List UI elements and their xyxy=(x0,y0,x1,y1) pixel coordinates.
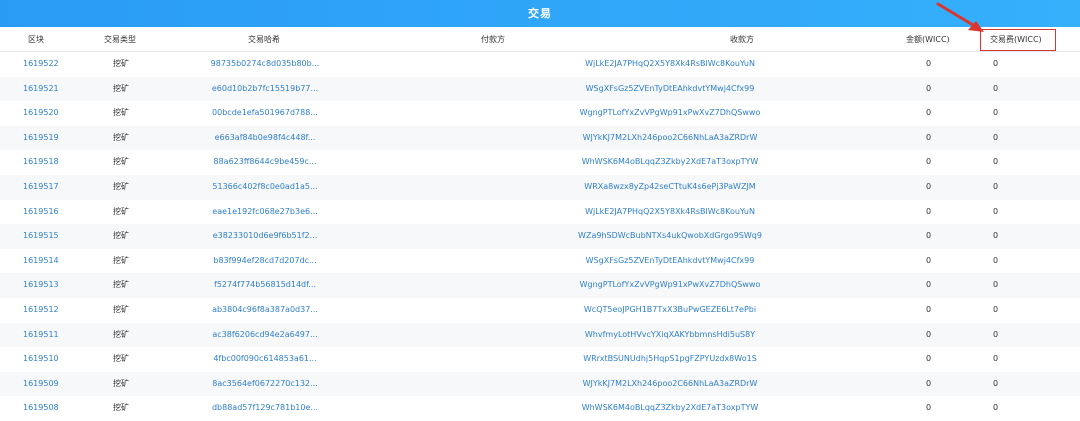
cell-fee: 0 xyxy=(993,132,999,142)
cell-fee: 0 xyxy=(993,329,999,339)
cell-amount: 0 xyxy=(926,231,932,241)
col-from: 付款方 xyxy=(481,35,505,44)
cell-amount: 0 xyxy=(926,132,932,142)
cell-to[interactable]: WgngPTLofYxZvVPgWp91xPwXvZ7DhQSwwo xyxy=(510,273,830,298)
cell-amount: 0 xyxy=(926,157,932,167)
cell-hash[interactable]: b83f994ef28cd7d207dc... xyxy=(0,249,530,274)
cell-amount: 0 xyxy=(926,108,932,118)
table-row: 1619508 挖矿 db88ad57f129c781b10e... WhWSK6M4… xyxy=(0,396,1080,421)
cell-hash[interactable]: ab3804c96f8a387a0d37... xyxy=(0,298,530,323)
cell-to[interactable]: WgngPTLofYxZvVPgWp91xPwXvZ7DhQSwwo xyxy=(510,101,830,126)
cell-hash[interactable]: e60d10b2b7fc15519b77... xyxy=(0,77,530,102)
cell-fee: 0 xyxy=(993,255,999,265)
cell-hash[interactable]: 88a623ff8644c9be459c... xyxy=(0,150,530,175)
cell-to[interactable]: WZa9hSDWcBubNTXs4ukQwobXdGrgo9SWq9 xyxy=(510,224,830,249)
cell-hash[interactable]: 51366c402f8c0e0ad1a5... xyxy=(0,175,530,200)
page-header: 交易 xyxy=(0,0,1080,27)
cell-hash[interactable]: e663af84b0e98f4c448f... xyxy=(0,126,530,151)
red-arrow-icon xyxy=(936,2,984,32)
table-row: 1619514 挖矿 b83f994ef28cd7d207dc... WSgXFsGz… xyxy=(0,248,1080,274)
col-to: 收款方 xyxy=(730,35,754,44)
table-row: 1619515 挖矿 e38233010d6e9f6b51f2... WZa9hSDW… xyxy=(0,224,1080,249)
cell-to[interactable]: WhWSK6M4oBLqqZ3Zkby2XdE7aT3oxpTYW xyxy=(510,150,830,175)
table-row: 1619519 挖矿 e663af84b0e98f4c448f... WJYkKJ7M… xyxy=(0,125,1080,151)
cell-to[interactable]: WjLkE2JA7PHqQ2X5Y8Xk4RsBlWc8KouYuN xyxy=(510,200,830,225)
table-row: 1619522 挖矿 98735b0274c8d035b80b... WjLkE2JA… xyxy=(0,52,1080,77)
table-row: 1619518 挖矿 88a623ff8644c9be459c... WhWSK6M4… xyxy=(0,150,1080,175)
cell-fee: 0 xyxy=(993,181,999,191)
cell-to[interactable]: WSgXFsGz5ZVEnTyDtEAhkdvtYMwj4Cfx99 xyxy=(510,249,830,274)
cell-fee: 0 xyxy=(993,280,999,290)
cell-to[interactable]: WjLkE2JA7PHqQ2X5Y8Xk4RsBlWc8KouYuN xyxy=(510,52,830,77)
table-row: 1619516 挖矿 eae1e192fc068e27b3e6... WjLkE2JA… xyxy=(0,199,1080,225)
transactions-table: 1619522 挖矿 98735b0274c8d035b80b... WjLkE2JA… xyxy=(0,52,1080,421)
cell-amount: 0 xyxy=(926,280,932,290)
cell-fee: 0 xyxy=(993,157,999,167)
cell-amount: 0 xyxy=(926,255,932,265)
cell-hash[interactable]: 98735b0274c8d035b80b... xyxy=(0,52,530,77)
cell-hash[interactable]: eae1e192fc068e27b3e6... xyxy=(0,200,530,225)
cell-hash[interactable]: e38233010d6e9f6b51f2... xyxy=(0,224,530,249)
cell-to[interactable]: WcQT5eoJPGH1B7TxX3BuPwGEZE6Lt7ePbi xyxy=(510,298,830,323)
cell-hash[interactable]: 4fbc00f090c614853a61... xyxy=(0,347,530,372)
cell-fee: 0 xyxy=(993,304,999,314)
page-title: 交易 xyxy=(528,7,552,20)
cell-to[interactable]: WSgXFsGz5ZVEnTyDtEAhkdvtYMwj4Cfx99 xyxy=(510,77,830,102)
cell-fee: 0 xyxy=(993,378,999,388)
cell-hash[interactable]: 00bcde1efa501967d788... xyxy=(0,101,530,126)
cell-fee: 0 xyxy=(993,403,999,413)
cell-fee: 0 xyxy=(993,354,999,364)
cell-fee: 0 xyxy=(993,108,999,118)
cell-amount: 0 xyxy=(926,304,932,314)
cell-hash[interactable]: f5274f774b56815d14df... xyxy=(0,273,530,298)
cell-fee: 0 xyxy=(993,59,999,68)
col-block: 区块 xyxy=(28,35,44,44)
table-row: 1619510 挖矿 4fbc00f090c614853a61... WRrxtBSU… xyxy=(0,347,1080,372)
col-type: 交易类型 xyxy=(104,35,136,44)
cell-to[interactable]: WhWSK6M4oBLqqZ3Zkby2XdE7aT3oxpTYW xyxy=(510,396,830,421)
table-row: 1619511 挖矿 ac38f6206cd94e2a6497... WhvfmyLo… xyxy=(0,322,1080,348)
table-row: 1619521 挖矿 e60d10b2b7fc15519b77... WSgXFsGz… xyxy=(0,76,1080,102)
cell-to[interactable]: WRrxtBSUNUdhj5HqpS1pgFZPYUzdx8Wo1S xyxy=(510,347,830,372)
cell-amount: 0 xyxy=(926,354,932,364)
table-header: 区块 交易类型 交易哈希 付款方 收款方 金额(WICC) 交易费(WICC) xyxy=(0,27,1080,52)
cell-hash[interactable]: db88ad57f129c781b10e... xyxy=(0,396,530,421)
highlight-box xyxy=(980,29,1056,51)
table-row: 1619512 挖矿 ab3804c96f8a387a0d37... WcQT5eoJ… xyxy=(0,297,1080,323)
cell-fee: 0 xyxy=(993,206,999,216)
cell-amount: 0 xyxy=(926,59,932,68)
cell-hash[interactable]: 8ac3564ef0672270c132... xyxy=(0,372,530,397)
cell-amount: 0 xyxy=(926,181,932,191)
cell-to[interactable]: WJYkKJ7M2LXh246poo2C66NhLaA3aZRDrW xyxy=(510,126,830,151)
cell-amount: 0 xyxy=(926,206,932,216)
table-row: 1619520 挖矿 00bcde1efa501967d788... WgngPTLo… xyxy=(0,101,1080,126)
table-row: 1619517 挖矿 51366c402f8c0e0ad1a5... WRXa8wzx… xyxy=(0,174,1080,200)
cell-to[interactable]: WhvfmyLotHVvcYXiqXAKYbbmnsHdi5uS8Y xyxy=(510,323,830,348)
table-row: 1619509 挖矿 8ac3564ef0672270c132... WJYkKJ7M… xyxy=(0,371,1080,397)
cell-fee: 0 xyxy=(993,231,999,241)
col-hash: 交易哈希 xyxy=(248,35,280,44)
cell-hash[interactable]: ac38f6206cd94e2a6497... xyxy=(0,323,530,348)
cell-fee: 0 xyxy=(993,83,999,93)
cell-amount: 0 xyxy=(926,329,932,339)
cell-amount: 0 xyxy=(926,403,932,413)
cell-amount: 0 xyxy=(926,83,932,93)
cell-to[interactable]: WRXa8wzx8yZp42seCTtuK4s6ePj3PaWZJM xyxy=(510,175,830,200)
cell-amount: 0 xyxy=(926,378,932,388)
cell-to[interactable]: WJYkKJ7M2LXh246poo2C66NhLaA3aZRDrW xyxy=(510,372,830,397)
table-row: 1619513 挖矿 f5274f774b56815d14df... WgngPTLo… xyxy=(0,273,1080,298)
